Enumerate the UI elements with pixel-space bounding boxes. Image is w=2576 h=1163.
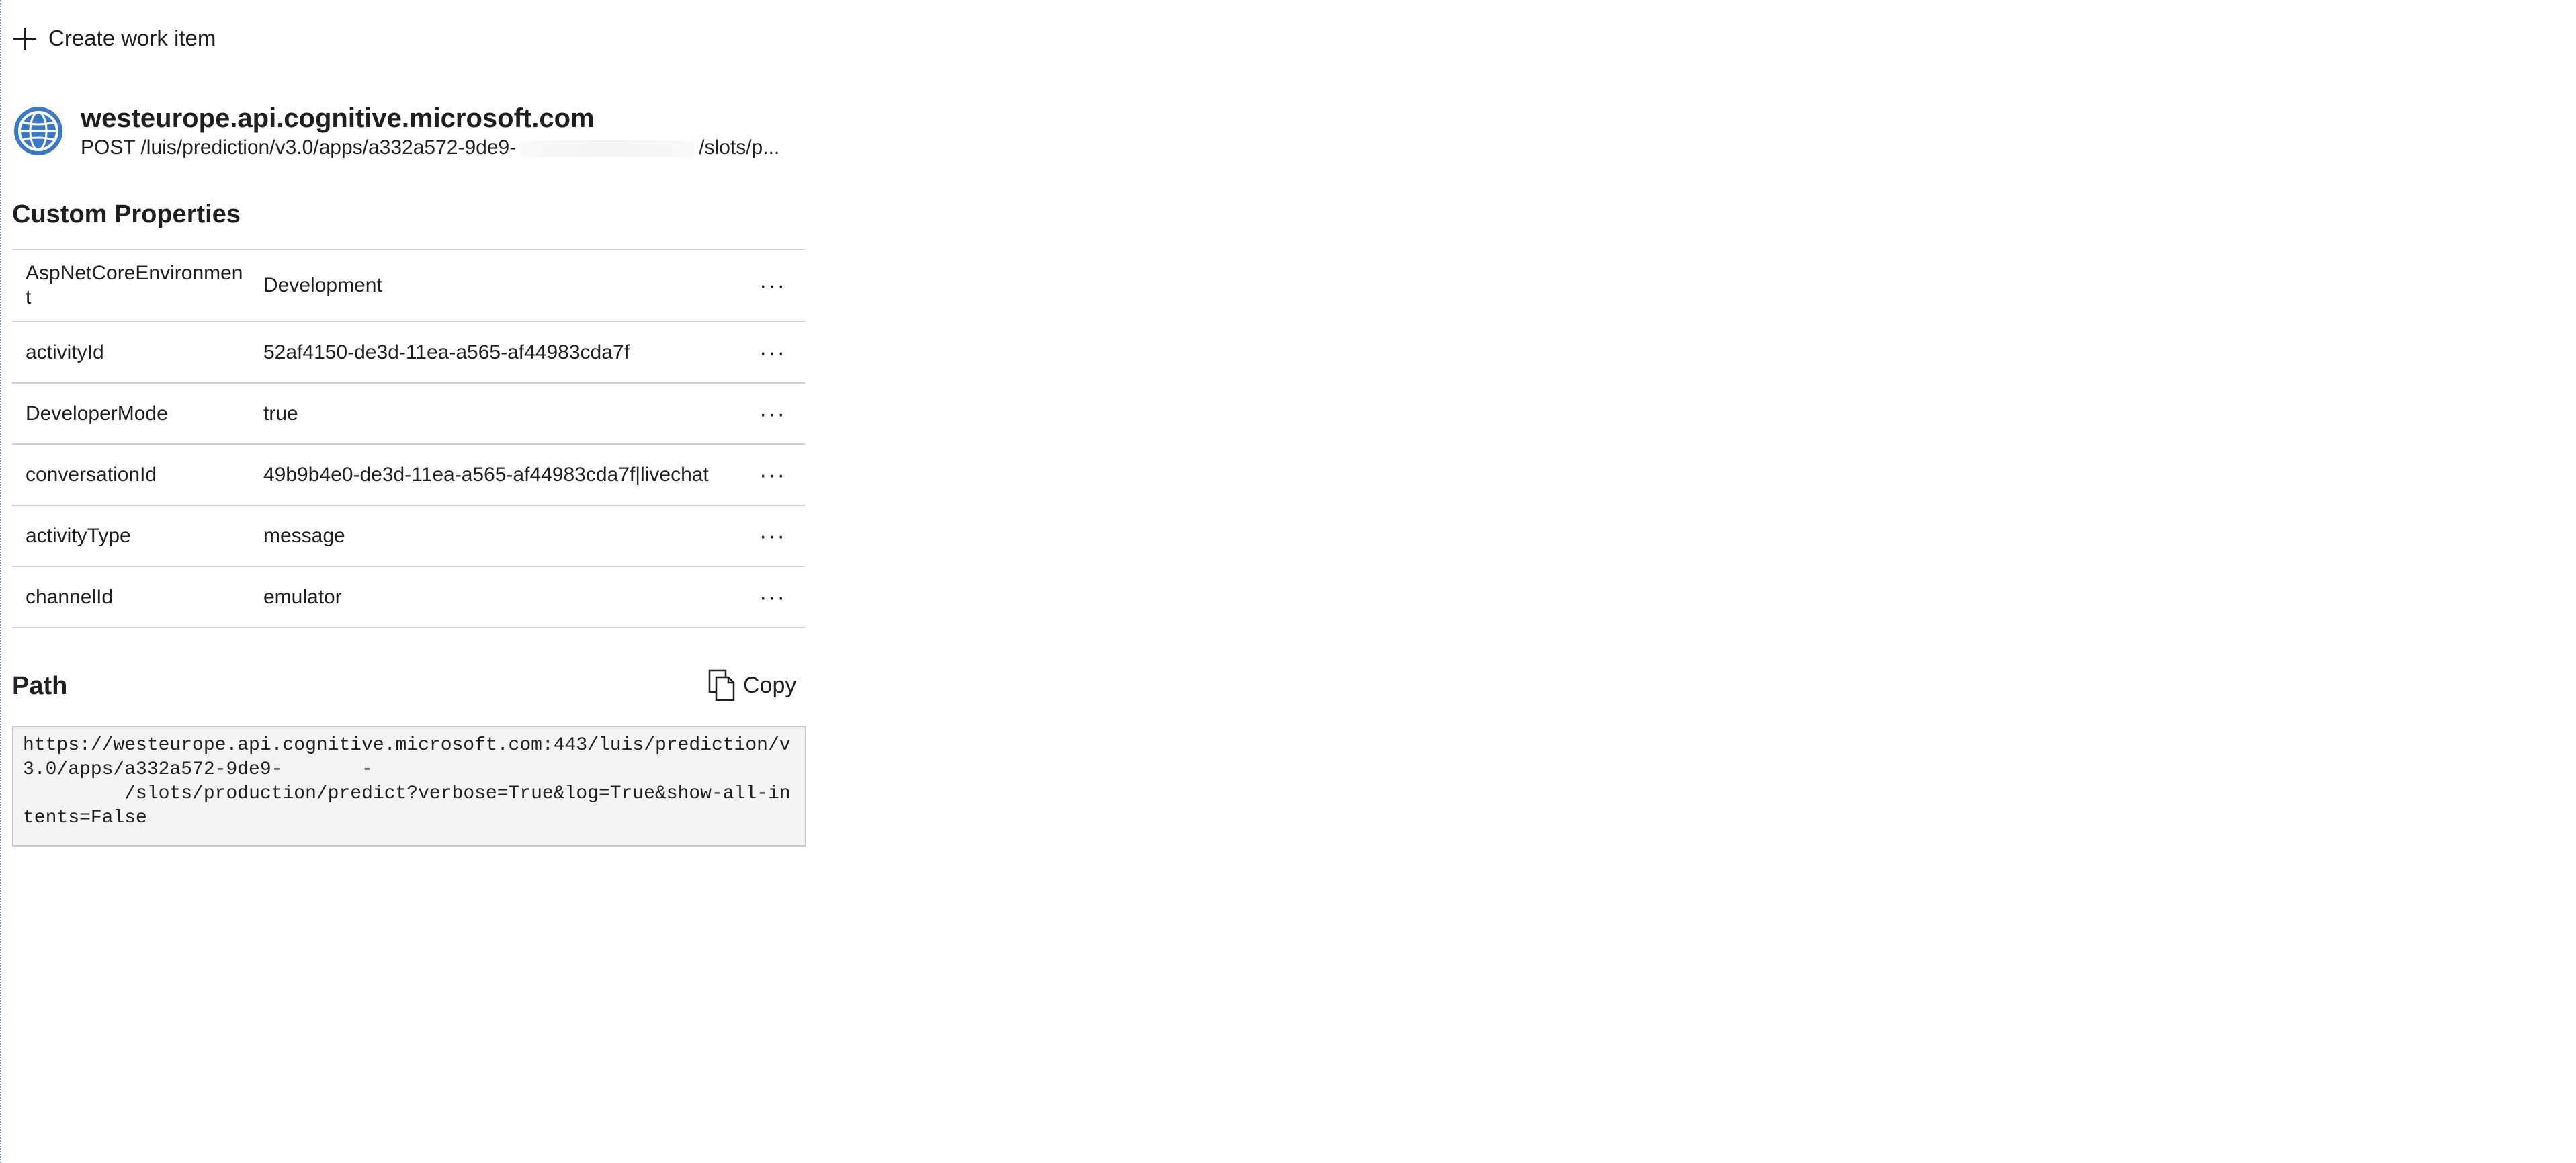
property-value: 49b9b4e0-de3d-11ea-a565-af44983cda7f|liv… [263,463,709,486]
request-path-end: /slots/p... [699,136,780,159]
property-value: emulator [263,585,342,608]
copy-label: Copy [743,672,797,698]
custom-properties-title: Custom Properties [12,200,241,228]
more-options-button[interactable]: ··· [759,402,786,425]
request-host: westeurope.api.cognitive.microsoft.com [81,103,595,133]
more-options-button[interactable]: ··· [759,341,786,364]
property-value: true [263,402,298,425]
request-path-start: POST /luis/prediction/v3.0/apps/a332a572… [81,136,517,159]
page: Create work item westeurope.api.cognitiv… [0,0,2576,1163]
request-path: POST /luis/prediction/v3.0/apps/a332a572… [81,134,779,161]
property-key: conversationId [26,463,157,486]
property-value: Development [263,274,382,296]
more-options-button[interactable]: ··· [759,274,786,297]
panel-edge [0,0,3,1163]
path-title: Path [12,672,68,700]
property-value: message [263,524,345,547]
more-options-button[interactable]: ··· [759,525,786,548]
more-options-button[interactable]: ··· [759,464,786,486]
property-value: 52af4150-de3d-11ea-a565-af44983cda7f [263,341,630,363]
property-key: AspNetCoreEnvironment [26,262,243,308]
path-value-box[interactable]: https://westeurope.api.cognitive.microso… [12,726,806,847]
property-key: DeveloperMode [26,402,168,425]
globe-icon [14,107,62,155]
create-work-item-label: Create work item [48,26,216,50]
create-work-item-button[interactable]: Create work item [12,26,216,51]
more-options-button[interactable]: ··· [759,586,786,609]
property-row: activityId 52af4150-de3d-11ea-a565-af449… [12,322,805,384]
property-key: channelId [26,585,114,608]
request-header: westeurope.api.cognitive.microsoft.com P… [12,102,779,161]
copy-button[interactable]: Copy [708,669,796,701]
custom-properties-table: AspNetCoreEnvironment Development ··· ac… [12,249,805,628]
property-key: activityType [26,524,131,547]
property-row: channelId emulator ··· [12,567,805,628]
plus-icon [12,26,36,50]
property-row: AspNetCoreEnvironment Development ··· [12,250,805,322]
property-row: conversationId 49b9b4e0-de3d-11ea-a565-a… [12,445,805,506]
property-row: activityType message ··· [12,506,805,567]
redacted-segment [520,140,695,157]
property-row: DeveloperMode true ··· [12,384,805,445]
property-key: activityId [26,341,104,363]
copy-icon [708,669,735,701]
